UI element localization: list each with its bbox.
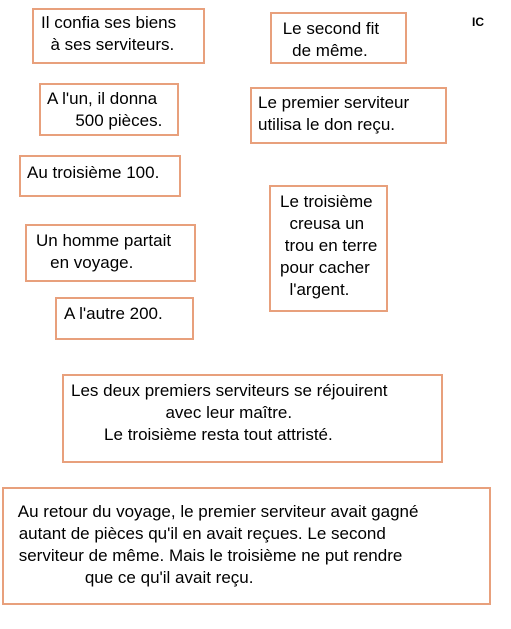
card-autre-200[interactable]: A l'autre 200. <box>55 297 194 340</box>
card-creusa[interactable]: Le troisième creusa un trou en terre pou… <box>269 185 388 312</box>
card-troisieme-100[interactable]: Au troisième 100. <box>19 155 181 197</box>
card-homme-partait[interactable]: Un homme partait en voyage. <box>25 224 196 282</box>
card-rejouirent[interactable]: Les deux premiers serviteurs se réjouire… <box>62 374 443 463</box>
card-confia[interactable]: Il confia ses biens à ses serviteurs. <box>32 8 205 64</box>
card-premier-serviteur[interactable]: Le premier serviteur utilisa le don reçu… <box>250 87 447 144</box>
card-un-500[interactable]: A l'un, il donna 500 pièces. <box>39 83 179 136</box>
corner-label: IC <box>472 15 484 29</box>
card-retour-voyage[interactable]: Au retour du voyage, le premier serviteu… <box>2 487 491 605</box>
card-second-fit[interactable]: Le second fit de même. <box>270 12 407 64</box>
